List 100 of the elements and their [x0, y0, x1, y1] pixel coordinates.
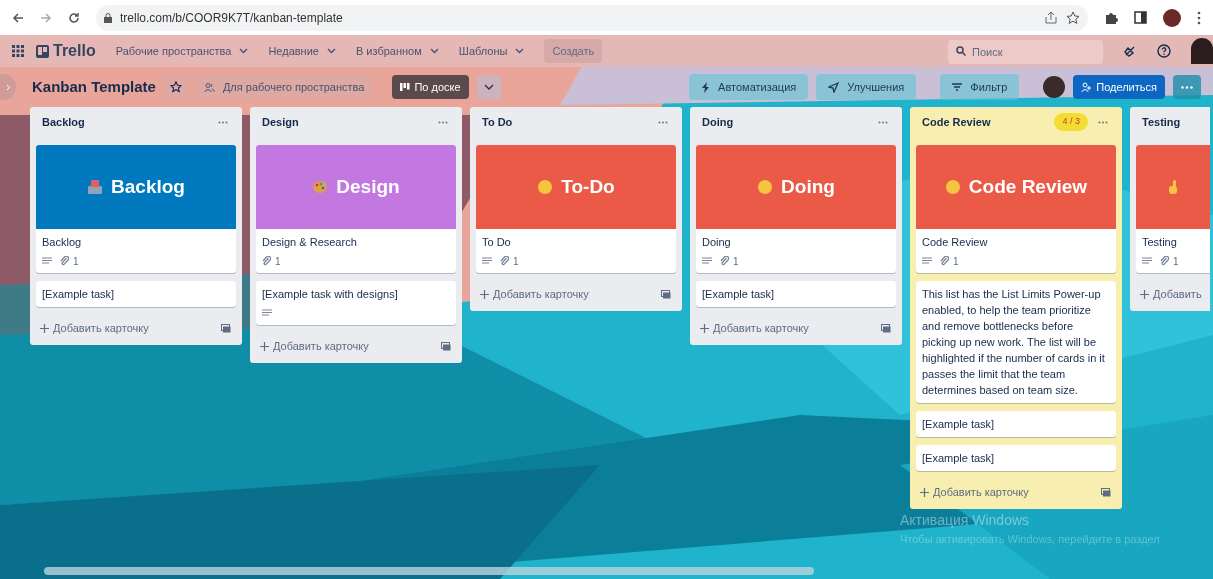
template-button[interactable]	[1100, 486, 1112, 498]
card[interactable]: [Example task]	[916, 445, 1116, 471]
template-icon	[221, 323, 231, 333]
horizontal-scrollbar[interactable]	[44, 567, 814, 575]
card-title: Backlog	[42, 235, 83, 250]
chevron-down-icon	[326, 48, 336, 54]
more-icon	[438, 120, 448, 124]
toolbar-button[interactable]: Улучшения	[816, 74, 917, 100]
card-title: Design & Research	[262, 235, 358, 250]
template-icon	[881, 323, 891, 333]
add-card-button[interactable]: Добавить карточку	[40, 319, 212, 337]
toolbar-button[interactable]: Фильтр	[940, 74, 1020, 100]
puzzle-icon[interactable]	[1104, 10, 1118, 25]
card[interactable]: [Example task]	[696, 281, 896, 307]
cover-title: Doing	[781, 174, 835, 199]
card[interactable]: [Example task]	[36, 281, 236, 307]
add-person-icon	[1081, 81, 1093, 93]
menu-icon[interactable]	[1197, 10, 1201, 25]
list-title[interactable]: To Do	[482, 113, 648, 131]
plus-icon	[480, 289, 489, 299]
card-title: [Example task]	[922, 417, 996, 432]
add-card-button[interactable]: Добавить карточку	[480, 285, 652, 303]
menu-button[interactable]: В избранном	[355, 42, 439, 60]
share-button[interactable]: Поделиться	[1073, 75, 1165, 99]
activation-text: Чтобы активировать Windows, перейдите в раздел	[900, 532, 1160, 547]
star-button[interactable]	[163, 75, 188, 99]
cover-title: Code Review	[968, 174, 1088, 199]
filter-icon	[952, 83, 963, 91]
plus-icon	[700, 323, 709, 333]
attachment-count: 1	[513, 254, 519, 269]
card-title: Doing	[702, 235, 732, 250]
paperclip-icon	[940, 256, 949, 266]
template-button[interactable]	[660, 288, 672, 300]
card-title: This list has the List Limits Power-up enabled, to help the team prioritize and remove bottlenecks before picking up new work. The list will be highlighted if the number of cards in it passes the limit that the team determines based on team size.	[922, 287, 1106, 398]
more-icon	[878, 120, 888, 124]
board-title[interactable]: Kanban Template	[32, 75, 156, 99]
more-icon	[218, 120, 228, 124]
logo-icon	[36, 44, 49, 58]
add-card-button[interactable]: Добавить	[1140, 285, 1206, 303]
star-icon	[169, 81, 182, 93]
chevron-down-icon	[483, 84, 494, 90]
template-button[interactable]	[880, 322, 892, 334]
add-card-button[interactable]: Добавить карточку	[700, 319, 872, 337]
visibility-button[interactable]: Для рабочего пространства	[195, 75, 373, 99]
add-card-button[interactable]: Добавить карточку	[920, 483, 1092, 501]
card[interactable]: Testing 1	[1136, 145, 1210, 273]
card[interactable]: Backlog Backlog 1	[36, 145, 236, 273]
card-title: Code Review	[922, 235, 989, 250]
paperclip-icon	[262, 256, 271, 266]
card[interactable]: To-Do To Do 1	[476, 145, 676, 273]
limit-badge: 4 / 3	[1054, 113, 1088, 131]
address-bar[interactable]: trello.com/b/COOR9K7T/kanban-template	[96, 4, 1088, 31]
list-title[interactable]: Design	[262, 113, 428, 131]
card[interactable]: Doing Doing 1	[696, 145, 896, 273]
back-icon[interactable]	[12, 11, 24, 24]
template-icon	[441, 341, 451, 351]
list-title[interactable]: Testing	[1142, 113, 1204, 131]
attachment-count: 1	[1173, 254, 1179, 269]
attachment-count: 1	[733, 254, 739, 269]
activation-title: Активация Windows	[900, 511, 1031, 530]
card[interactable]: [Example task]	[916, 411, 1116, 437]
reload-icon[interactable]	[68, 11, 80, 24]
card[interactable]: [Example task with designs]	[256, 281, 456, 325]
card-title: [Example task]	[922, 451, 996, 466]
menu-button[interactable]: Недавние	[268, 42, 336, 60]
board-icon	[400, 83, 411, 91]
template-button[interactable]	[440, 340, 452, 352]
list-title[interactable]: Backlog	[42, 113, 208, 131]
user-avatar[interactable]	[1191, 38, 1213, 64]
more-icon	[1098, 120, 1108, 124]
add-card-button[interactable]: Добавить карточку	[260, 337, 432, 355]
plus-icon	[920, 487, 929, 497]
more-icon	[1181, 85, 1193, 89]
sidebar-icon[interactable]	[1134, 11, 1147, 24]
view-button[interactable]: По доске	[392, 75, 469, 99]
help-icon[interactable]	[1157, 44, 1171, 58]
card[interactable]	[916, 281, 1116, 403]
menu-button[interactable]: Шаблоны	[458, 42, 525, 60]
profile-avatar[interactable]	[1163, 8, 1181, 27]
toolbar-button[interactable]: Автоматизация	[689, 74, 809, 100]
star-icon[interactable]	[1066, 10, 1080, 25]
people-icon	[203, 81, 215, 93]
template-button[interactable]	[220, 322, 232, 334]
search-icon	[956, 46, 966, 56]
card[interactable]: Code Review Code Review 1	[916, 145, 1116, 273]
template-icon	[1101, 487, 1111, 497]
menu-button[interactable]: Рабочие пространства	[115, 42, 249, 60]
apps-icon[interactable]	[12, 45, 24, 57]
share-icon[interactable]	[1044, 10, 1058, 25]
logo-text[interactable]: Trello	[53, 39, 96, 63]
card-title: To Do	[482, 235, 512, 250]
plus-icon	[260, 341, 269, 351]
card[interactable]: Design Design & Research 1	[256, 145, 456, 273]
url-text: trello.com/b/COOR9K7T/kanban-template	[120, 9, 344, 27]
cover-title: Design	[336, 174, 400, 199]
list-title[interactable]: Code Review	[922, 113, 1047, 131]
plus-icon	[1140, 289, 1149, 299]
search-field[interactable]: Поиск	[948, 40, 1103, 64]
chevron-down-icon	[515, 48, 525, 54]
list-title[interactable]: Doing	[702, 113, 868, 131]
